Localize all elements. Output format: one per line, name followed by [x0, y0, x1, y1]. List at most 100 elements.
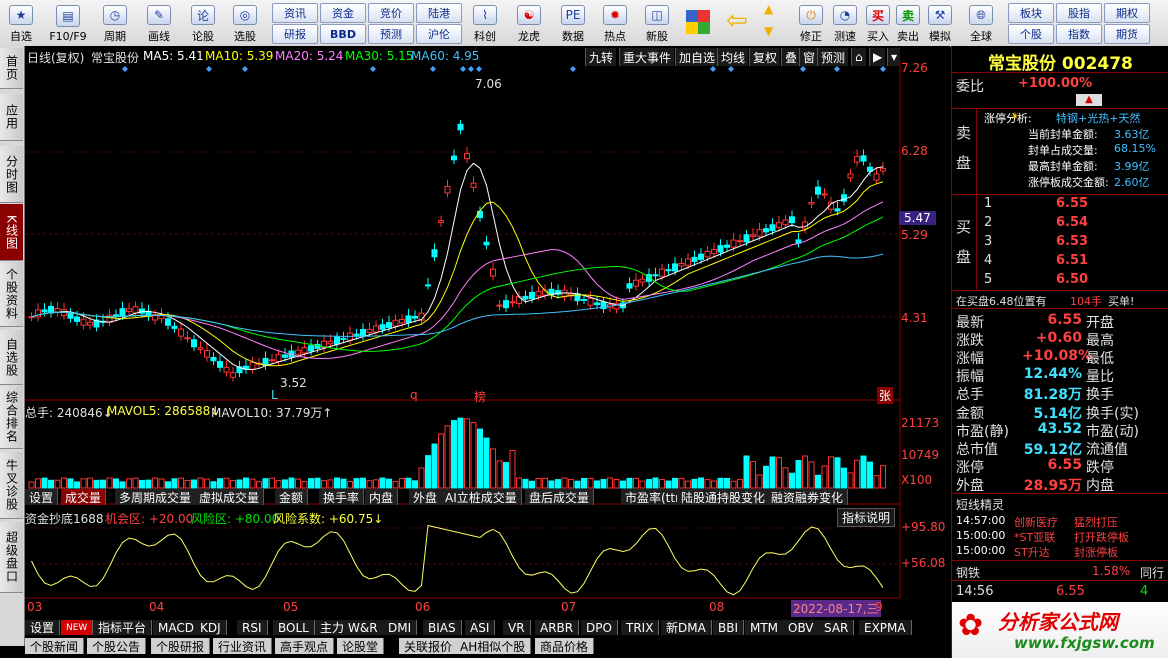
collapse-arrow-icon[interactable]: ▲	[1076, 94, 1102, 106]
windows-grid-icon[interactable]	[686, 10, 710, 34]
bottom-tab-12[interactable]: VR	[503, 620, 531, 635]
tab-home[interactable]: 首页	[0, 48, 23, 89]
info-tab-7[interactable]: AH相似个股	[455, 638, 532, 654]
add-watchlist-button[interactable]: 加自选	[675, 48, 719, 66]
lock-icon[interactable]: ⌂	[851, 48, 866, 66]
shanghai-london-button[interactable]: 沪伦	[416, 24, 462, 44]
bottom-tab-4[interactable]: KDJ	[195, 620, 227, 635]
subtab-11[interactable]: 陆股通持股变化	[677, 489, 771, 505]
bottom-tab-16[interactable]: 新DMA	[661, 620, 712, 635]
info-tab-1[interactable]: 个股公告	[87, 638, 147, 654]
tab-stock-profile[interactable]: 个股资料	[0, 262, 23, 327]
major-events-button[interactable]: 重大事件	[619, 48, 675, 66]
bottom-tab-15[interactable]: TRIX	[621, 620, 660, 635]
bottom-tab-1[interactable]: NEW	[61, 620, 94, 635]
window-button[interactable]: 窗	[799, 48, 819, 66]
news-button[interactable]: 资讯	[272, 3, 318, 23]
toolbar-period[interactable]: ◷ 周期	[100, 2, 130, 44]
funds-button[interactable]: 资金	[320, 3, 366, 23]
futures-button[interactable]: 期货	[1104, 24, 1150, 44]
subtab-3[interactable]: 虚拟成交量	[195, 489, 265, 505]
toolbar-watchlist[interactable]: ★ 自选	[6, 2, 36, 44]
tab-timeshare[interactable]: 分时图	[0, 146, 23, 203]
toolbar-simulate[interactable]: ⚒ 模拟	[928, 2, 952, 44]
info-tab-0[interactable]: 个股新闻	[25, 638, 85, 654]
subtab-0[interactable]: 设置	[25, 489, 59, 505]
info-tab-2[interactable]: 个股研报	[151, 638, 211, 654]
bottom-tab-13[interactable]: ARBR	[535, 620, 580, 635]
stock-index-button[interactable]: 股指	[1056, 3, 1102, 23]
toolbar-speed[interactable]: ◔ 测速	[830, 2, 860, 44]
bottom-tab-18[interactable]: MTM	[745, 620, 785, 635]
subtab-5[interactable]: 换手率	[319, 489, 365, 505]
bottom-tab-3[interactable]: MACD	[153, 620, 200, 635]
toolbar-f10[interactable]: ▤ F10/F9	[48, 2, 88, 44]
subtab-4[interactable]: 金额	[275, 489, 309, 505]
options-button[interactable]: 期权	[1104, 3, 1150, 23]
subtab-12[interactable]: 融资融券变化	[767, 489, 849, 505]
tab-kline[interactable]: K线图	[0, 204, 23, 261]
bottom-tab-2[interactable]: 指标平台	[93, 620, 153, 635]
subtab-7[interactable]: 外盘	[409, 489, 443, 505]
adjust-button[interactable]: 复权	[749, 48, 781, 66]
info-tab-8[interactable]: 商品价格	[535, 638, 595, 654]
bottom-tab-21[interactable]: EXPMA	[859, 620, 912, 635]
sector-button[interactable]: 板块	[1008, 3, 1054, 23]
tab-apps[interactable]: 应用	[0, 94, 23, 141]
indicator-help-button[interactable]: 指标说明	[837, 508, 896, 527]
bottom-tab-6[interactable]: BOLL	[273, 620, 315, 635]
info-tab-6[interactable]: 关联报价	[399, 638, 459, 654]
toolbar-global[interactable]: 🌐︎ 全球	[966, 2, 996, 44]
bottom-tab-11[interactable]: ASI	[465, 620, 496, 635]
toolbar-draw[interactable]: ✎ 画线	[144, 2, 174, 44]
subtab-2[interactable]: 多周期成交量	[115, 489, 197, 505]
tab-super-quote[interactable]: 超级盘口	[0, 522, 23, 593]
subtab-1[interactable]: 成交量	[61, 489, 107, 505]
bottom-tab-10[interactable]: BIAS	[423, 620, 462, 635]
bottom-tab-5[interactable]: RSI	[237, 620, 268, 635]
down-arrow-icon[interactable]: ▼	[764, 24, 773, 38]
subtab-8[interactable]: AI立桩成交量	[441, 489, 522, 505]
bottom-tab-0[interactable]: 设置	[25, 620, 61, 635]
play-icon[interactable]: ▶	[869, 48, 886, 66]
bottom-tab-8[interactable]: W&R	[343, 620, 384, 635]
toolbar-fix[interactable]: ⏻ 修正	[796, 2, 826, 44]
toolbar-buy[interactable]: 买买入	[866, 2, 890, 44]
hk-connect-button[interactable]: 陆港	[416, 3, 462, 23]
forecast-button[interactable]: 预测	[368, 24, 414, 44]
tab-watchlist[interactable]: 自选股	[0, 330, 23, 385]
menu-arrow-icon[interactable]: ▾	[887, 48, 901, 66]
toolbar-data[interactable]: PE 数据	[556, 2, 590, 44]
kline-chart-area[interactable]: 日线(复权) 常宝股份 MA5: 5.41 MA10: 5.39 MA20: 5…	[25, 46, 950, 618]
tab-ranking[interactable]: 综合排名	[0, 386, 23, 449]
toolbar-ipo[interactable]: ◫ 新股	[640, 2, 674, 44]
bottom-tab-14[interactable]: DPO	[581, 620, 618, 635]
info-tab-3[interactable]: 行业资讯	[213, 638, 273, 654]
bottom-tab-17[interactable]: BBI	[713, 620, 745, 635]
subtab-6[interactable]: 内盘	[365, 489, 399, 505]
back-arrow-icon[interactable]: ⇦	[726, 8, 748, 34]
info-tab-4[interactable]: 高手观点	[275, 638, 335, 654]
index-button[interactable]: 指数	[1056, 24, 1102, 44]
overlay-button[interactable]: 叠	[781, 48, 801, 66]
toolbar-star-market[interactable]: ⌇ 科创	[468, 2, 502, 44]
subtab-9[interactable]: 盘后成交量	[525, 489, 595, 505]
ma-button[interactable]: 均线	[717, 48, 749, 66]
single-stock-button[interactable]: 个股	[1008, 24, 1054, 44]
auction-button[interactable]: 竞价	[368, 3, 414, 23]
up-arrow-icon[interactable]: ▲	[764, 2, 773, 16]
bottom-tab-19[interactable]: OBV	[783, 620, 820, 635]
predict-button[interactable]: 预测	[817, 48, 849, 66]
bottom-tab-9[interactable]: DMI	[383, 620, 418, 635]
bottom-tab-20[interactable]: SAR	[819, 620, 855, 635]
toolbar-dragon-tiger[interactable]: ☯ 龙虎	[512, 2, 546, 44]
research-button[interactable]: 研报	[272, 24, 318, 44]
toolbar-select-stock[interactable]: ◎ 选股	[230, 2, 260, 44]
toolbar-sell[interactable]: 卖卖出	[896, 2, 920, 44]
nine-turn-button[interactable]: 九转	[585, 48, 617, 66]
bbd-button[interactable]: BBD	[320, 24, 366, 44]
info-tab-5[interactable]: 论股堂	[337, 638, 385, 654]
toolbar-discuss[interactable]: 论论股	[188, 2, 218, 44]
tab-diagnosis[interactable]: 牛叉诊股	[0, 452, 23, 519]
toolbar-hot[interactable]: ✹ 热点	[598, 2, 632, 44]
